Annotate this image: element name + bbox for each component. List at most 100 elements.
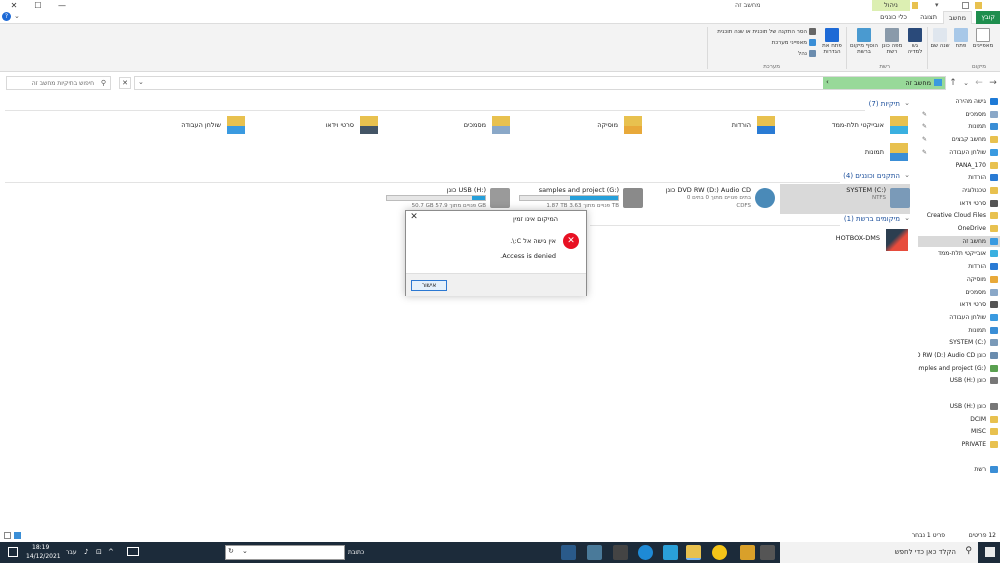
nav-item[interactable]: תמונות bbox=[918, 325, 1000, 336]
folder-item[interactable]: מוסיקה bbox=[522, 116, 642, 136]
folder-item[interactable]: שולחן העבודה bbox=[125, 116, 245, 136]
quick-access-toolbar-chevron-icon[interactable]: ▾ bbox=[935, 1, 939, 9]
breadcrumb-this-pc[interactable]: מחשב זה bbox=[905, 79, 931, 87]
nav-item[interactable]: הורדות bbox=[918, 172, 1000, 183]
nav-item[interactable]: גישה מהירה bbox=[918, 96, 1000, 107]
nav-item[interactable]: תמונות ✎ bbox=[918, 121, 1000, 132]
nav-item[interactable]: כונן USB (H:) bbox=[918, 401, 1000, 412]
nav-item[interactable]: מסמכים bbox=[918, 287, 1000, 298]
app-icon[interactable] bbox=[561, 545, 576, 560]
manage-button[interactable]: נהל bbox=[798, 49, 816, 59]
nav-item[interactable]: כונן DVD RW (D:) Audio CD bbox=[918, 350, 1000, 361]
pin-icon[interactable]: ✎ bbox=[922, 147, 927, 158]
keyboard-icon[interactable] bbox=[127, 547, 139, 556]
clock-time[interactable]: 18:19 bbox=[32, 544, 49, 551]
nav-item[interactable]: אובייקטי תלת-ממד bbox=[918, 248, 1000, 259]
nav-item[interactable]: SYSTEM (C:) bbox=[918, 337, 1000, 348]
properties-icon[interactable] bbox=[962, 2, 969, 9]
nav-item[interactable]: טכנולוגיה bbox=[918, 185, 1000, 196]
edge-icon[interactable] bbox=[638, 545, 653, 560]
folder-item[interactable]: סרטי וידאו bbox=[258, 116, 378, 136]
recent-locations-chevron-icon[interactable]: ⌄ bbox=[961, 77, 971, 89]
folders-section-header[interactable]: תיקיות (7) ⌄ bbox=[5, 99, 910, 109]
address-dropdown-chevron-icon[interactable]: ⌄ bbox=[138, 78, 144, 86]
nav-item[interactable]: כונן USB (H:) bbox=[918, 375, 1000, 386]
access-media-button[interactable]: גש למדיה bbox=[904, 28, 926, 55]
open-button[interactable]: פתח bbox=[952, 28, 970, 49]
clock-date[interactable]: 14/12/2021 bbox=[26, 553, 61, 560]
help-icon[interactable]: ? bbox=[2, 12, 11, 21]
address-dropdown-chevron-icon[interactable]: ⌄ bbox=[242, 547, 248, 555]
folder-item[interactable]: הורדות bbox=[655, 116, 775, 136]
nav-item[interactable]: מחשב זה bbox=[918, 235, 1000, 247]
nav-item[interactable]: מוסיקה bbox=[918, 274, 1000, 285]
folder-item[interactable]: מסמכים bbox=[390, 116, 510, 136]
map-drive-button[interactable]: מפה כונן רשת bbox=[881, 28, 903, 55]
ribbon-expand-chevron-icon[interactable]: ⌄ bbox=[14, 12, 20, 20]
refresh-close-icon[interactable]: ✕ bbox=[119, 77, 131, 89]
system-properties-button[interactable]: מאפייני מערכת bbox=[772, 38, 816, 48]
uninstall-program-button[interactable]: הסר התקנה של תוכנית או שנה תוכנית bbox=[717, 27, 816, 37]
pin-icon[interactable]: ✎ bbox=[922, 109, 927, 120]
back-arrow-icon[interactable]: → bbox=[988, 77, 998, 89]
address-bar[interactable]: מחשב זה ‹ ⌄ bbox=[134, 76, 946, 90]
notifications-icon[interactable] bbox=[8, 547, 18, 557]
taskbar-address-input[interactable]: ↻ ⌄ bbox=[225, 545, 345, 560]
rename-button[interactable]: שנה שם bbox=[930, 28, 950, 49]
up-arrow-icon[interactable]: ↑ bbox=[948, 77, 958, 89]
nav-item[interactable]: הורדות bbox=[918, 261, 1000, 272]
nav-item[interactable]: DCIM bbox=[918, 414, 1000, 425]
pin-icon[interactable]: ✎ bbox=[922, 121, 927, 132]
new-folder-icon[interactable] bbox=[975, 2, 982, 9]
nav-item[interactable]: רשת bbox=[918, 464, 1000, 475]
folder-item[interactable]: תמונות bbox=[788, 143, 908, 163]
file-explorer-icon[interactable] bbox=[686, 545, 701, 560]
taskbar-search[interactable]: הקלד כאן כדי לחפש ⚲ bbox=[780, 542, 978, 563]
nav-item[interactable]: סרטי וידאו bbox=[918, 198, 1000, 209]
volume-icon[interactable]: ♪ bbox=[84, 548, 88, 556]
devices-section-header[interactable]: התקנים וכוננים (4) ⌄ bbox=[5, 171, 910, 181]
store-icon[interactable] bbox=[663, 545, 678, 560]
folder-item[interactable]: אובייקטי תלת-ממד bbox=[788, 116, 908, 136]
nav-item[interactable]: מחשב קבצים ✎ bbox=[918, 134, 1000, 145]
nav-item[interactable]: Creative Cloud Files bbox=[918, 210, 1000, 221]
app-icon[interactable] bbox=[587, 545, 602, 560]
browser-icon[interactable] bbox=[712, 545, 727, 560]
tab-drive-tools[interactable]: כלי כוננים bbox=[875, 11, 912, 24]
tray-chevron-icon[interactable]: ^ bbox=[108, 548, 114, 556]
language-indicator[interactable]: עבר bbox=[66, 549, 77, 556]
network-location-hotbox[interactable]: HOTBOX-DMS bbox=[836, 229, 908, 254]
breadcrumb-chevron-icon[interactable]: ‹ bbox=[826, 78, 829, 86]
drive-item[interactable]: SYSTEM (C:) NTFS bbox=[780, 184, 910, 214]
app-icon[interactable] bbox=[613, 545, 628, 560]
nav-item[interactable]: מסמכים ✎ bbox=[918, 109, 1000, 120]
open-settings-button[interactable]: פתח את הגדרות bbox=[819, 28, 845, 55]
ok-button[interactable]: אישור bbox=[411, 280, 447, 291]
properties-button[interactable]: מאפיינים bbox=[971, 28, 995, 49]
search-box[interactable]: חיפוש בתיקיות מחשב זה ⚲ bbox=[6, 76, 111, 90]
forward-arrow-icon[interactable]: ← bbox=[974, 77, 984, 89]
collapse-chevron-icon[interactable]: ⌄ bbox=[904, 99, 910, 107]
details-view-icon[interactable] bbox=[4, 532, 11, 539]
app-icon[interactable] bbox=[740, 545, 755, 560]
breadcrumb[interactable]: מחשב זה ‹ bbox=[823, 77, 945, 89]
large-icons-view-icon[interactable] bbox=[14, 532, 21, 539]
add-network-location-button[interactable]: הוסף מיקום ברשת bbox=[849, 28, 879, 55]
collapse-chevron-icon[interactable]: ⌄ bbox=[904, 214, 910, 222]
nav-item[interactable]: MISC bbox=[918, 426, 1000, 437]
minimize-window-button[interactable]: — bbox=[48, 0, 76, 11]
tab-file[interactable]: קובץ bbox=[976, 11, 1000, 24]
nav-item[interactable]: PRIVATE bbox=[918, 439, 1000, 450]
drive-item[interactable]: כונן DVD RW (D:) Audio CD 0 בתים פנויים מ… bbox=[647, 184, 775, 214]
tab-computer[interactable]: מחשב bbox=[942, 11, 972, 24]
context-tab-manage[interactable]: ניהול bbox=[872, 0, 910, 11]
pin-icon[interactable]: ✎ bbox=[922, 134, 927, 145]
nav-item[interactable]: OneDrive bbox=[918, 223, 1000, 234]
dialog-close-icon[interactable]: ✕ bbox=[409, 212, 419, 222]
start-windows-icon[interactable] bbox=[985, 547, 995, 557]
task-view-icon[interactable] bbox=[760, 545, 775, 560]
network-icon[interactable]: ⊡ bbox=[96, 548, 102, 556]
nav-item[interactable]: PANA_170 bbox=[918, 160, 1000, 171]
nav-item[interactable]: שולחן העבודה ✎ bbox=[918, 147, 1000, 158]
nav-item[interactable]: samples and project (G:) bbox=[918, 363, 1000, 374]
